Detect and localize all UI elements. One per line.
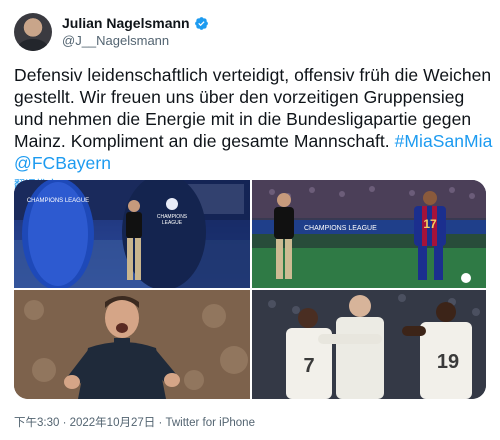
hashtag-link[interactable]: #MiaSanMia bbox=[395, 131, 493, 151]
svg-text:LEAGUE: LEAGUE bbox=[162, 220, 183, 226]
photo-coach-stadium[interactable]: CHAMPIONS LEAGUE CHAMPIONS LEAGUE bbox=[14, 180, 250, 288]
verified-badge-icon bbox=[194, 16, 209, 31]
tweet-header: Julian Nagelsmann @J__Nagelsmann bbox=[14, 12, 486, 52]
ucl-board-text: CHAMPIONS LEAGUE bbox=[304, 225, 377, 232]
display-name-row: Julian Nagelsmann bbox=[62, 15, 209, 32]
jersey-left-number: 7 bbox=[303, 355, 314, 377]
jersey-right-number: 19 bbox=[437, 351, 459, 373]
tweet-timestamp[interactable]: 下午3:30 · 2022年10月27日 · Twitter for iPhon… bbox=[14, 414, 255, 430]
author-names: Julian Nagelsmann @J__Nagelsmann bbox=[62, 15, 209, 49]
tweet-text: Defensiv leidenschaftlich verteidigt, of… bbox=[14, 64, 494, 174]
player-jersey-number: 17 bbox=[423, 217, 437, 231]
author-handle[interactable]: @J__Nagelsmann bbox=[62, 32, 209, 49]
photo-coach-celebrating[interactable] bbox=[14, 290, 250, 399]
display-name[interactable]: Julian Nagelsmann bbox=[62, 15, 190, 32]
photo-sideline-match[interactable]: CHAMPIONS LEAGUE 17 bbox=[252, 180, 486, 288]
ucl-banner-text: CHAMPIONS LEAGUE bbox=[27, 198, 89, 204]
avatar[interactable] bbox=[14, 13, 52, 51]
mention-link[interactable]: @FCBayern bbox=[14, 153, 111, 173]
photo-players-celebrating[interactable]: 7 19 bbox=[252, 290, 486, 399]
media-grid: CHAMPIONS LEAGUE CHAMPIONS LEAGUE CHAMPI… bbox=[14, 180, 486, 399]
